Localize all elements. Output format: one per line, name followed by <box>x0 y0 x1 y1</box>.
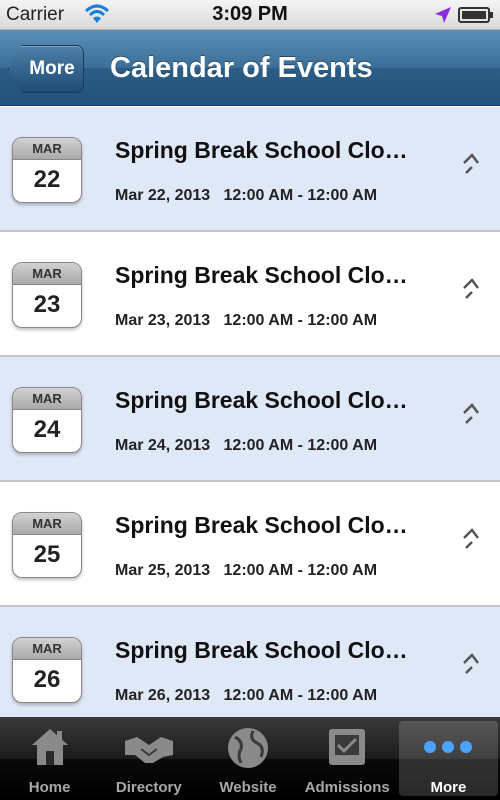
battery-icon <box>458 7 493 23</box>
globe-icon <box>228 728 268 768</box>
status-time: 3:09 PM <box>212 3 288 25</box>
event-row[interactable]: MAR 26 Spring Break School Clo… Mar 26, … <box>0 607 500 717</box>
event-day: 22 <box>33 166 61 193</box>
event-title: Spring Break School Clo… <box>115 637 408 663</box>
chevron-icon <box>463 528 479 549</box>
navigation-bar: More Calendar of Events <box>0 30 500 106</box>
location-icon <box>435 7 451 23</box>
tab-more[interactable]: More <box>398 721 499 796</box>
tab-website[interactable]: Website <box>198 717 297 800</box>
chevron-icon <box>463 278 479 299</box>
event-row[interactable]: MAR 22 Spring Break School Clo… Mar 22, … <box>0 107 500 232</box>
tab-admissions[interactable]: Admissions <box>298 717 397 800</box>
tab-bar: Home Directory Website Admissions More <box>0 717 500 800</box>
calendar-date-icon: MAR 26 <box>12 637 82 703</box>
chevron-icon <box>463 153 479 174</box>
event-title: Spring Break School Clo… <box>115 137 408 163</box>
more-dots-icon <box>424 741 473 753</box>
event-list: MAR 22 Spring Break School Clo… Mar 22, … <box>0 107 500 717</box>
event-month: MAR <box>13 638 81 660</box>
event-day: 24 <box>33 416 61 443</box>
event-datetime: Mar 26, 2013 12:00 AM - 12:00 AM <box>115 687 378 704</box>
page-title: Calendar of Events <box>110 52 373 84</box>
handshake-icon <box>124 737 173 763</box>
event-datetime: Mar 23, 2013 12:00 AM - 12:00 AM <box>115 312 378 329</box>
event-month: MAR <box>13 138 81 160</box>
inbox-icon <box>329 729 366 765</box>
tab-directory[interactable]: Directory <box>99 717 198 800</box>
event-datetime: Mar 22, 2013 12:00 AM - 12:00 AM <box>115 187 378 204</box>
event-day: 26 <box>33 666 61 693</box>
event-month: MAR <box>13 388 81 410</box>
event-row[interactable]: MAR 25 Spring Break School Clo… Mar 25, … <box>0 482 500 607</box>
event-row[interactable]: MAR 23 Spring Break School Clo… Mar 23, … <box>0 232 500 357</box>
event-title: Spring Break School Clo… <box>115 262 408 288</box>
event-row[interactable]: MAR 24 Spring Break School Clo… Mar 24, … <box>0 357 500 482</box>
tab-home[interactable]: Home <box>0 717 99 800</box>
event-datetime: Mar 25, 2013 12:00 AM - 12:00 AM <box>115 562 378 579</box>
event-day: 25 <box>33 541 61 568</box>
chevron-icon <box>463 403 479 424</box>
calendar-date-icon: MAR 23 <box>12 262 82 328</box>
event-datetime: Mar 24, 2013 12:00 AM - 12:00 AM <box>115 437 378 454</box>
event-title: Spring Break School Clo… <box>115 512 408 538</box>
tab-label: Directory <box>115 779 182 796</box>
event-month: MAR <box>13 263 81 285</box>
calendar-date-icon: MAR 22 <box>12 137 82 203</box>
home-icon <box>31 729 68 765</box>
tab-label: Admissions <box>304 779 390 796</box>
calendar-date-icon: MAR 24 <box>12 387 82 453</box>
more-back-button[interactable]: More <box>8 45 84 93</box>
tab-label: Home <box>28 779 71 796</box>
calendar-date-icon: MAR 25 <box>12 512 82 578</box>
event-day: 23 <box>33 291 61 318</box>
event-title: Spring Break School Clo… <box>115 387 408 413</box>
status-bar: Carrier 3:09 PM <box>0 0 500 30</box>
event-month: MAR <box>13 513 81 535</box>
tab-label: Website <box>219 779 277 796</box>
chevron-icon <box>463 653 479 674</box>
tab-label: More <box>430 779 467 796</box>
